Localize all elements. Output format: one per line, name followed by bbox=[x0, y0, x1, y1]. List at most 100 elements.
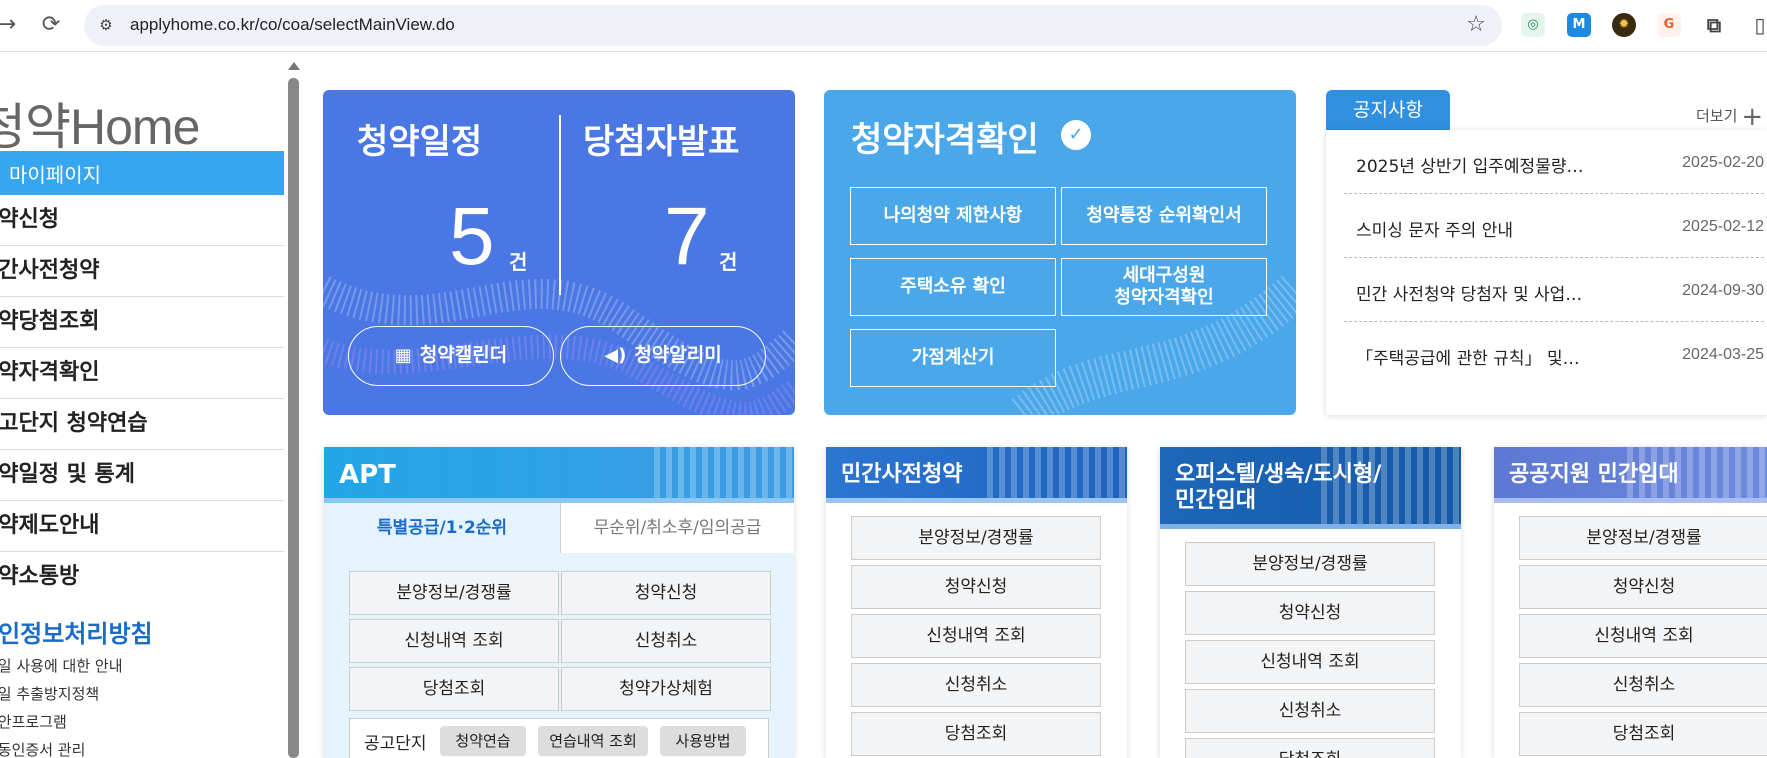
sublink-file-extract[interactable]: 파일 추출방지정책 bbox=[0, 680, 139, 708]
extension-icon-4[interactable]: G bbox=[1657, 13, 1681, 37]
apt-apply-button[interactable]: 청약신청 bbox=[561, 571, 771, 615]
notice-row[interactable]: 「주택공급에 관한 규칙」 및… 2024-03-25 bbox=[1344, 322, 1764, 386]
apt-panel: APT 특별공급/1·2순위 무순위/취소후/임의공급 분양정보/경쟁률 청약신… bbox=[324, 447, 794, 758]
check-circle-icon: ✓ bbox=[1061, 120, 1091, 150]
private-pre-title: 민간사전청약 bbox=[841, 462, 963, 487]
schedule-count[interactable]: 5 bbox=[449, 190, 495, 284]
reload-icon[interactable]: ⟳ bbox=[36, 10, 66, 40]
qualification-card: 청약자격확인 ✓ 나의청약 제한사항 청약통장 순위확인서 주택소유 확인 세대… bbox=[824, 90, 1296, 415]
sidebar-item-private-pre[interactable]: 민간사전청약 bbox=[0, 246, 284, 297]
url-text[interactable]: applyhome.co.kr/co/coa/selectMainView.do bbox=[130, 15, 455, 35]
private-pre-header: 민간사전청약 bbox=[826, 447, 1127, 503]
schedule-announcement-card: 청약일정 당첨자발표 5 건 7 건 ▦ 청약캘린더 ◀) 청약알리미 bbox=[323, 90, 795, 415]
sidebar-sublinks: 파일 사용에 대한 안내 파일 추출방지정책 보안프로그램 공동인증서 관리 bbox=[0, 652, 139, 758]
apt-tabs: 특별공급/1·2순위 무순위/취소후/임의공급 bbox=[324, 503, 794, 553]
decorative-building bbox=[1627, 447, 1767, 503]
practice-history-chip[interactable]: 연습내역 조회 bbox=[538, 726, 648, 756]
extensions-puzzle-icon[interactable]: ⧉ bbox=[1702, 13, 1726, 37]
pr-sale-info-button[interactable]: 분양정보/경쟁률 bbox=[1519, 516, 1767, 560]
ot-apply-button[interactable]: 청약신청 bbox=[1185, 591, 1435, 635]
pr-history-button[interactable]: 신청내역 조회 bbox=[1519, 614, 1767, 658]
house-ownership-button[interactable]: 주택소유 확인 bbox=[850, 258, 1056, 316]
calendar-button[interactable]: ▦ 청약캘린더 bbox=[348, 326, 554, 386]
address-bar[interactable]: ⚙ applyhome.co.kr/co/coa/selectMainView.… bbox=[84, 5, 1502, 46]
bookmark-star-icon[interactable]: ☆ bbox=[1466, 12, 1486, 37]
header-underline bbox=[1494, 498, 1767, 503]
forward-icon[interactable]: → bbox=[0, 10, 22, 40]
sidebar-item-community[interactable]: 청약소통방 bbox=[0, 552, 284, 603]
account-rank-button[interactable]: 청약통장 순위확인서 bbox=[1061, 187, 1267, 245]
alarm-button[interactable]: ◀) 청약알리미 bbox=[560, 326, 766, 386]
announcement-unit: 건 bbox=[719, 250, 738, 274]
public-rental-panel: 공공지원 민간임대 분양정보/경쟁률 청약신청 신청내역 조회 신청취소 당첨조… bbox=[1494, 447, 1767, 758]
notice-row[interactable]: 민간 사전청약 당첨자 및 사업… 2024-09-30 bbox=[1344, 258, 1764, 322]
announcement-count[interactable]: 7 bbox=[664, 190, 710, 284]
apt-winner-button[interactable]: 당첨조회 bbox=[349, 667, 559, 711]
apt-sale-info-button[interactable]: 분양정보/경쟁률 bbox=[349, 571, 559, 615]
my-restriction-button[interactable]: 나의청약 제한사항 bbox=[850, 187, 1056, 245]
plus-icon: + bbox=[1741, 102, 1764, 132]
notice-more-link[interactable]: 더보기 + bbox=[1696, 98, 1763, 132]
sublink-file-usage[interactable]: 파일 사용에 대한 안내 bbox=[0, 652, 139, 680]
apt-history-button[interactable]: 신청내역 조회 bbox=[349, 619, 559, 663]
scroll-up-arrow-icon[interactable] bbox=[288, 62, 300, 70]
calendar-icon: ▦ bbox=[394, 345, 412, 366]
pr-cancel-button[interactable]: 신청취소 bbox=[1519, 663, 1767, 707]
extension-icon-3[interactable]: ✹ bbox=[1612, 13, 1636, 37]
apt-virtual-button[interactable]: 청약가상체험 bbox=[561, 667, 771, 711]
extension-icon-1[interactable]: ◎ bbox=[1521, 13, 1545, 37]
header-underline bbox=[1160, 524, 1461, 529]
how-to-use-chip[interactable]: 사용방법 bbox=[660, 726, 746, 756]
browser-toolbar: → ⟳ ⚙ applyhome.co.kr/co/coa/selectMainV… bbox=[0, 0, 1767, 52]
privacy-policy-link[interactable]: 개인정보처리방침 bbox=[0, 614, 177, 649]
site-logo[interactable]: 청약Home bbox=[0, 87, 200, 159]
site-info-icon[interactable]: ⚙ bbox=[94, 13, 118, 37]
sidebar-item-winner[interactable]: 청약당첨조회 bbox=[0, 297, 284, 348]
officetel-panel: 오피스텔/생숙/도시형/ 민간임대 분양정보/경쟁률 청약신청 신청내역 조회 … bbox=[1160, 447, 1461, 758]
sidebar-item-apply[interactable]: 청약신청 bbox=[0, 195, 284, 246]
pp-apply-button[interactable]: 청약신청 bbox=[851, 565, 1101, 609]
schedule-title[interactable]: 청약일정 bbox=[357, 114, 482, 163]
sidebar-toggle-icon[interactable]: ▯ bbox=[1748, 13, 1767, 37]
pp-sale-info-button[interactable]: 분양정보/경쟁률 bbox=[851, 516, 1101, 560]
card-divider bbox=[559, 115, 561, 295]
practice-chip[interactable]: 청약연습 bbox=[440, 726, 526, 756]
mypage-button[interactable]: 마이페이지 bbox=[0, 151, 284, 195]
sidebar-menu: 청약신청 민간사전청약 청약당첨조회 청약자격확인 공고단지 청약연습 청약일정… bbox=[0, 195, 284, 603]
left-sidebar: 청약Home 마이페이지 청약신청 민간사전청약 청약당첨조회 청약자격확인 공… bbox=[0, 52, 285, 758]
speaker-icon: ◀) bbox=[604, 345, 627, 366]
apt-header: APT bbox=[324, 447, 794, 503]
sublink-cert[interactable]: 공동인증서 관리 bbox=[0, 736, 139, 758]
apt-cancel-button[interactable]: 신청취소 bbox=[561, 619, 771, 663]
notice-tab[interactable]: 공지사항 bbox=[1326, 90, 1450, 130]
tab-special-supply[interactable]: 특별공급/1·2순위 bbox=[324, 503, 560, 553]
scroll-thumb[interactable] bbox=[288, 78, 299, 758]
ot-sale-info-button[interactable]: 분양정보/경쟁률 bbox=[1185, 542, 1435, 586]
pp-winner-button[interactable]: 당첨조회 bbox=[851, 712, 1101, 756]
ot-cancel-button[interactable]: 신청취소 bbox=[1185, 689, 1435, 733]
sublink-security[interactable]: 보안프로그램 bbox=[0, 708, 139, 736]
tab-unranked[interactable]: 무순위/취소후/임의공급 bbox=[560, 503, 794, 553]
pp-history-button[interactable]: 신청내역 조회 bbox=[851, 614, 1101, 658]
notice-row[interactable]: 스미싱 문자 주의 안내 2025-02-12 bbox=[1344, 194, 1764, 258]
decorative-building bbox=[1321, 447, 1461, 529]
sidebar-item-schedule[interactable]: 청약일정 및 통계 bbox=[0, 450, 284, 501]
pr-apply-button[interactable]: 청약신청 bbox=[1519, 565, 1767, 609]
pp-cancel-button[interactable]: 신청취소 bbox=[851, 663, 1101, 707]
sidebar-item-practice[interactable]: 공고단지 청약연습 bbox=[0, 399, 284, 450]
header-underline bbox=[826, 498, 1127, 503]
sidebar-item-system[interactable]: 청약제도안내 bbox=[0, 501, 284, 552]
public-rental-header: 공공지원 민간임대 bbox=[1494, 447, 1767, 503]
pr-winner-button[interactable]: 당첨조회 bbox=[1519, 712, 1767, 756]
announcement-title[interactable]: 당첨자발표 bbox=[583, 114, 739, 163]
sidebar-scrollbar[interactable] bbox=[288, 62, 300, 758]
score-calculator-button[interactable]: 가점계산기 bbox=[850, 329, 1056, 387]
qualification-title: 청약자격확인 bbox=[851, 120, 1039, 160]
household-qualification-button[interactable]: 세대구성원 청약자격확인 bbox=[1061, 258, 1267, 316]
ot-winner-button[interactable]: 당첨조회 bbox=[1185, 738, 1435, 758]
ot-history-button[interactable]: 신청내역 조회 bbox=[1185, 640, 1435, 684]
sidebar-item-qualification[interactable]: 청약자격확인 bbox=[0, 348, 284, 399]
notice-section: 공지사항 더보기 + 2025년 상반기 입주예정물량… 2025-02-20 스… bbox=[1326, 90, 1767, 415]
extension-icon-m[interactable]: M bbox=[1567, 13, 1591, 37]
notice-row[interactable]: 2025년 상반기 입주예정물량… 2025-02-20 bbox=[1344, 130, 1764, 194]
